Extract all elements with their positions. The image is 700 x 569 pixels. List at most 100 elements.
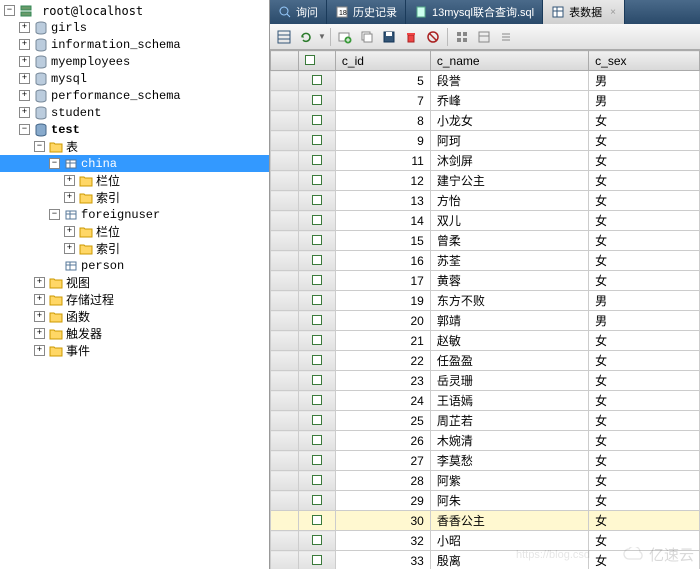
tab-sql[interactable]: 13mysql联合查询.sql: [406, 0, 543, 24]
cell-name[interactable]: 沐剑屏: [430, 151, 588, 171]
checkbox-icon[interactable]: [312, 535, 322, 545]
cell-sex[interactable]: 女: [589, 271, 700, 291]
cell-name[interactable]: 建宁公主: [430, 171, 588, 191]
cell-sex[interactable]: 男: [589, 291, 700, 311]
cell-sex[interactable]: 女: [589, 371, 700, 391]
cell-sex[interactable]: 男: [589, 91, 700, 111]
expand-icon[interactable]: +: [19, 39, 30, 50]
checkbox-icon[interactable]: [312, 355, 322, 365]
cell-name[interactable]: 东方不败: [430, 291, 588, 311]
tab-grid[interactable]: 表数据×: [543, 0, 625, 24]
collapse-icon[interactable]: −: [49, 209, 60, 220]
row-checkbox[interactable]: [299, 411, 335, 431]
cell-name[interactable]: 郭靖: [430, 311, 588, 331]
row-checkbox[interactable]: [299, 351, 335, 371]
table-row[interactable]: 16苏荃女: [271, 251, 700, 271]
table-row[interactable]: 19东方不败男: [271, 291, 700, 311]
cell-id[interactable]: 7: [335, 91, 430, 111]
row-checkbox[interactable]: [299, 451, 335, 471]
expand-icon[interactable]: +: [34, 311, 45, 322]
checkbox-icon[interactable]: [312, 415, 322, 425]
table-row[interactable]: 27李莫愁女: [271, 451, 700, 471]
table-row[interactable]: 5段誉男: [271, 71, 700, 91]
expand-icon[interactable]: +: [19, 90, 30, 101]
db-girls[interactable]: +girls: [0, 19, 269, 36]
row-checkbox[interactable]: [299, 311, 335, 331]
cell-name[interactable]: 小昭: [430, 531, 588, 551]
cell-id[interactable]: 22: [335, 351, 430, 371]
cell-name[interactable]: 任盈盈: [430, 351, 588, 371]
cell-sex[interactable]: 女: [589, 451, 700, 471]
cell-name[interactable]: 阿紫: [430, 471, 588, 491]
checkbox-icon[interactable]: [312, 435, 322, 445]
collapse-icon[interactable]: −: [49, 158, 60, 169]
cell-id[interactable]: 11: [335, 151, 430, 171]
cell-name[interactable]: 木婉清: [430, 431, 588, 451]
row-checkbox[interactable]: [299, 391, 335, 411]
cell-name[interactable]: 殷离: [430, 551, 588, 569]
table-row[interactable]: 32小昭女: [271, 531, 700, 551]
collapse-icon[interactable]: −: [19, 124, 30, 135]
row-checkbox[interactable]: [299, 171, 335, 191]
cell-name[interactable]: 段誉: [430, 71, 588, 91]
cell-name[interactable]: 香香公主: [430, 511, 588, 531]
cell-sex[interactable]: 女: [589, 351, 700, 371]
view-form-button[interactable]: [474, 27, 494, 47]
data-grid[interactable]: c_idc_namec_sex 5段誉男7乔峰男8小龙女女9阿珂女11沐剑屏女1…: [270, 50, 700, 569]
triggers-folder[interactable]: + 触发器: [0, 325, 269, 342]
row-checkbox[interactable]: [299, 251, 335, 271]
db-information_schema[interactable]: +information_schema: [0, 36, 269, 53]
expand-icon[interactable]: +: [34, 277, 45, 288]
table-foreignuser[interactable]: −foreignuser: [0, 206, 269, 223]
checkbox-icon[interactable]: [312, 195, 322, 205]
checkbox-icon[interactable]: [312, 515, 322, 525]
table-sub-cols_label[interactable]: +栏位: [0, 172, 269, 189]
expand-icon[interactable]: +: [34, 328, 45, 339]
cell-id[interactable]: 17: [335, 271, 430, 291]
connection-node[interactable]: − root@localhost: [0, 2, 269, 19]
cell-name[interactable]: 王语嫣: [430, 391, 588, 411]
row-checkbox[interactable]: [299, 91, 335, 111]
cell-id[interactable]: 12: [335, 171, 430, 191]
row-checkbox[interactable]: [299, 291, 335, 311]
view-text-button[interactable]: [496, 27, 516, 47]
cell-sex[interactable]: 女: [589, 431, 700, 451]
cell-sex[interactable]: 女: [589, 131, 700, 151]
add-row-button[interactable]: [335, 27, 355, 47]
cell-sex[interactable]: 男: [589, 311, 700, 331]
expand-icon[interactable]: +: [64, 243, 75, 254]
close-icon[interactable]: ×: [610, 7, 616, 18]
cell-name[interactable]: 阿朱: [430, 491, 588, 511]
table-sub-idx_label[interactable]: +索引: [0, 240, 269, 257]
row-checkbox[interactable]: [299, 511, 335, 531]
checkbox-col[interactable]: [299, 51, 335, 71]
cell-id[interactable]: 29: [335, 491, 430, 511]
row-checkbox[interactable]: [299, 191, 335, 211]
checkbox-icon[interactable]: [312, 155, 322, 165]
checkbox-icon[interactable]: [312, 75, 322, 85]
table-row[interactable]: 8小龙女女: [271, 111, 700, 131]
collapse-icon[interactable]: −: [34, 141, 45, 152]
view-grid-button[interactable]: [452, 27, 472, 47]
cell-sex[interactable]: 男: [589, 71, 700, 91]
cell-sex[interactable]: 女: [589, 171, 700, 191]
cell-sex[interactable]: 女: [589, 111, 700, 131]
cell-sex[interactable]: 女: [589, 551, 700, 569]
cell-sex[interactable]: 女: [589, 411, 700, 431]
cell-id[interactable]: 32: [335, 531, 430, 551]
cell-sex[interactable]: 女: [589, 531, 700, 551]
checkbox-icon[interactable]: [312, 475, 322, 485]
row-checkbox[interactable]: [299, 111, 335, 131]
cell-id[interactable]: 13: [335, 191, 430, 211]
table-row[interactable]: 7乔峰男: [271, 91, 700, 111]
cell-name[interactable]: 双儿: [430, 211, 588, 231]
table-row[interactable]: 25周芷若女: [271, 411, 700, 431]
funcs-folder[interactable]: + 函数: [0, 308, 269, 325]
table-row[interactable]: 23岳灵珊女: [271, 371, 700, 391]
column-c_id[interactable]: c_id: [335, 51, 430, 71]
cell-name[interactable]: 小龙女: [430, 111, 588, 131]
cell-sex[interactable]: 女: [589, 471, 700, 491]
cell-sex[interactable]: 女: [589, 151, 700, 171]
checkbox-icon[interactable]: [312, 495, 322, 505]
checkbox-icon[interactable]: [312, 335, 322, 345]
